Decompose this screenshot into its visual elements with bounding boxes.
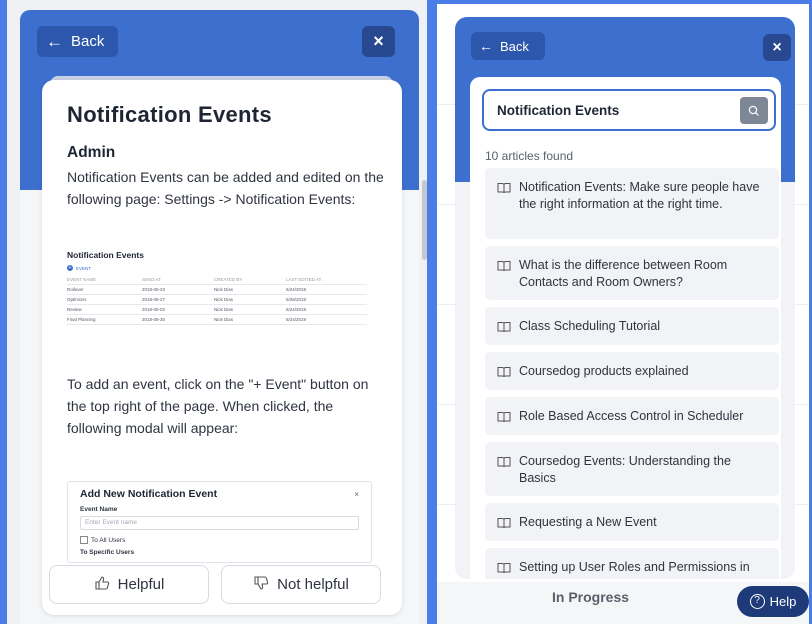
search-card: Notification Events 10 articles found No… xyxy=(470,77,781,579)
list-item[interactable]: Coursedog Events: Understanding the Basi… xyxy=(485,442,779,496)
search-button[interactable] xyxy=(740,97,768,124)
back-button[interactable]: ← Back xyxy=(37,26,118,57)
article-paragraph: Notification Events can be added and edi… xyxy=(67,169,384,207)
plus-icon: + xyxy=(67,265,73,271)
results-list: Notification Events: Make sure people ha… xyxy=(485,168,779,579)
question-circle-icon: ? xyxy=(749,594,765,609)
table-row: Review 2018-06-02 Nick Dias 6/24/2019 xyxy=(67,305,367,315)
article-card: Notification Events Admin Notification E… xyxy=(42,80,402,615)
search-input-value: Notification Events xyxy=(497,102,620,118)
helpful-button[interactable]: Helpful xyxy=(49,565,209,604)
arrow-left-icon: ← xyxy=(46,31,63,51)
article-title: Notification Events xyxy=(67,102,272,127)
search-results-view: ← Back × Notification Events 10 articles… xyxy=(437,4,809,624)
list-item[interactable]: What is the difference between Room Cont… xyxy=(485,246,779,300)
article-view-panel: ← Back × Notification Events Admin Notif… xyxy=(7,0,427,624)
thumbs-down-icon xyxy=(253,575,269,595)
search-input[interactable]: Notification Events xyxy=(482,89,776,131)
book-icon xyxy=(497,367,511,378)
help-panel: ← Back × Notification Events 10 articles… xyxy=(455,17,795,579)
thumbs-up-icon xyxy=(94,575,110,595)
not-helpful-button[interactable]: Not helpful xyxy=(221,565,381,604)
list-item[interactable]: Requesting a New Event xyxy=(485,503,779,541)
table-row: Final Planning 2018-06-30 Nick Dias 6/24/20… xyxy=(67,315,367,325)
help-button[interactable]: ? Help xyxy=(737,586,809,617)
book-icon xyxy=(497,261,511,272)
arrow-left-icon: ← xyxy=(479,38,493,54)
list-item[interactable]: Coursedog products explained xyxy=(485,352,779,390)
close-icon: × xyxy=(772,38,782,56)
article-paragraph: To add an event, click on the "+ Event" … xyxy=(67,376,369,436)
book-icon xyxy=(497,322,511,333)
article-section-heading: Admin xyxy=(67,144,116,161)
table-row: Rollover 2018-06-23 Nick Dias 6/24/2019 xyxy=(67,285,367,295)
close-button[interactable]: × xyxy=(362,26,395,57)
scrollbar[interactable] xyxy=(422,180,427,260)
book-icon xyxy=(497,457,511,468)
list-item[interactable]: Class Scheduling Tutorial xyxy=(485,307,779,345)
back-label: Back xyxy=(500,38,529,54)
book-icon xyxy=(497,518,511,529)
search-icon xyxy=(748,105,759,116)
book-icon xyxy=(497,563,511,574)
results-count: 10 articles found xyxy=(485,149,574,163)
close-button[interactable]: × xyxy=(763,34,791,61)
list-item[interactable]: Setting up User Roles and Permissions in xyxy=(485,548,779,579)
close-icon: × xyxy=(373,31,384,51)
list-item[interactable]: Notification Events: Make sure people ha… xyxy=(485,168,779,239)
back-label: Back xyxy=(71,33,105,50)
close-icon: × xyxy=(354,489,359,499)
checkbox-icon xyxy=(80,536,88,544)
book-icon xyxy=(497,412,511,423)
notification-events-table-image: Notification Events + EVENT EVENT NAME SEN… xyxy=(67,250,367,325)
back-button[interactable]: ← Back xyxy=(471,32,545,60)
status-label: In Progress xyxy=(552,589,630,605)
book-icon xyxy=(497,183,511,194)
list-item[interactable]: Role Based Access Control in Scheduler xyxy=(485,397,779,435)
add-event-modal-image: Add New Notification Event × Event Name … xyxy=(67,481,372,563)
table-row: Optimizer 2018-06-27 Nick Dias 6/28/2019 xyxy=(67,295,367,305)
